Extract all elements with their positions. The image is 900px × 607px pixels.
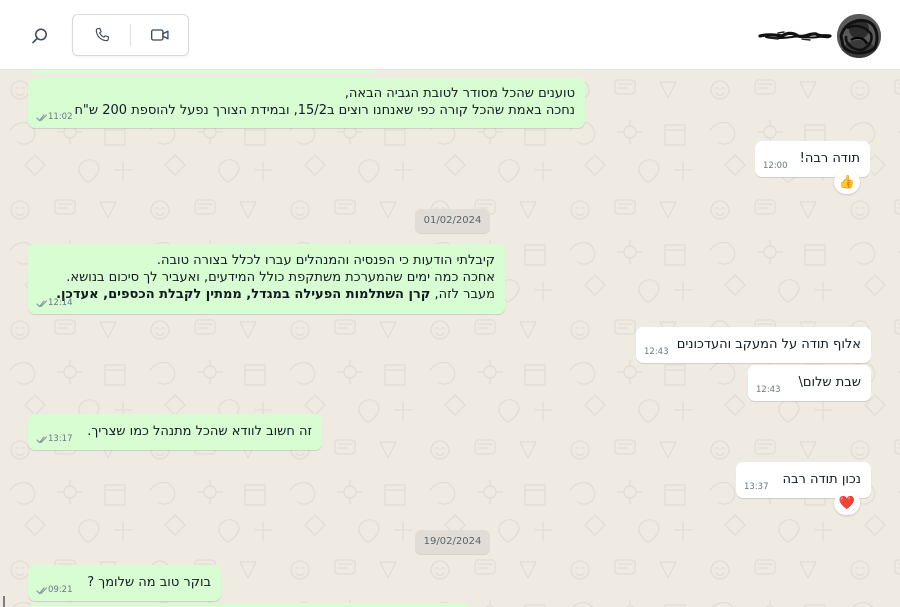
- message-text-bold: קרן השתלמות הפעילה במגדל, ממתין לקבלת הכ…: [56, 287, 431, 302]
- reaction-badge[interactable]: 👍: [834, 170, 860, 194]
- search-icon: [32, 28, 47, 44]
- message-time: 11:02: [48, 112, 73, 122]
- read-receipt-icon: [36, 436, 48, 444]
- message-time: 12:00: [763, 161, 788, 171]
- message-bubble-outgoing[interactable]: זה חשוב לוודא שהכל מתנהל כמו שצריך. 13:1…: [28, 414, 322, 450]
- message-bubble-outgoing[interactable]: קיבלתי הודעות כי הפנסיה והמנהלים עברו לכ…: [28, 244, 505, 314]
- read-receipt-icon: [36, 114, 48, 122]
- message-text-line: מעבר לזה, קרן השתלמות הפעילה במגדל, ממתי…: [38, 286, 495, 303]
- message-bubble-outgoing[interactable]: טוענים שהכל מסודר לטובת הגביה הבאה, נחכה…: [28, 78, 585, 128]
- contact-name-redacted[interactable]: [758, 28, 832, 42]
- message-bubble-outgoing[interactable]: בוקר טוב מה שלומך ? 09:21: [28, 565, 221, 601]
- video-icon: [151, 29, 169, 41]
- message-text-line: זה חשוב לוודא שהכל מתנהל כמו שצריך.: [87, 424, 312, 439]
- phone-icon: [95, 27, 110, 42]
- chat-area: טוענים שהכל מסודר לטובת הגביה הבאה, נחכה…: [0, 70, 900, 607]
- message-text-line: קיבלתי הודעות כי הפנסיה והמנהלים עברו לכ…: [156, 253, 495, 268]
- reaction-badge[interactable]: ❤️: [834, 491, 860, 515]
- message-time: 09:21: [48, 585, 73, 595]
- read-receipt-icon: [36, 300, 48, 308]
- scrollbar-thumb[interactable]: [3, 596, 5, 607]
- message-text-line: אחכה כמה ימים שהמערכת משתקפת כולל המידעי…: [66, 270, 495, 285]
- chat-header: [0, 0, 900, 70]
- video-call-button[interactable]: [131, 15, 189, 55]
- thumbs-up-icon: 👍: [838, 174, 856, 190]
- previous-message-bubble[interactable]: [30, 70, 376, 74]
- next-message-bubble[interactable]: [30, 603, 470, 607]
- call-button-group: [72, 14, 189, 56]
- message-text-line: אלוף תודה על המעקב והעדכונים: [676, 337, 861, 352]
- search-button[interactable]: [24, 20, 56, 52]
- message-time: 13:37: [744, 482, 769, 492]
- date-separator: 19/02/2024: [415, 530, 490, 554]
- message-time: 12:14: [48, 298, 73, 308]
- message-time: 12:43: [756, 385, 781, 395]
- message-text-line: נחכה באמת שהכל קורה כפי שאנחנו רוצים ב15…: [74, 103, 575, 118]
- message-time: 12:43: [644, 347, 669, 357]
- heart-icon: ❤️: [838, 495, 856, 511]
- date-separator: 01/02/2024: [415, 209, 490, 233]
- message-bubble-incoming[interactable]: אלוף תודה על המעקב והעדכונים 12:43: [636, 327, 871, 363]
- contact-avatar[interactable]: [837, 14, 881, 58]
- read-receipt-icon: [36, 587, 48, 595]
- message-time: 13:17: [48, 434, 73, 444]
- message-text-prefix: מעבר לזה,: [430, 287, 495, 302]
- message-text-line: טוענים שהכל מסודר לטובת הגביה הבאה,: [344, 86, 575, 101]
- voice-call-button[interactable]: [73, 15, 131, 55]
- message-bubble-incoming[interactable]: שבת שלום\ 12:43: [748, 365, 871, 401]
